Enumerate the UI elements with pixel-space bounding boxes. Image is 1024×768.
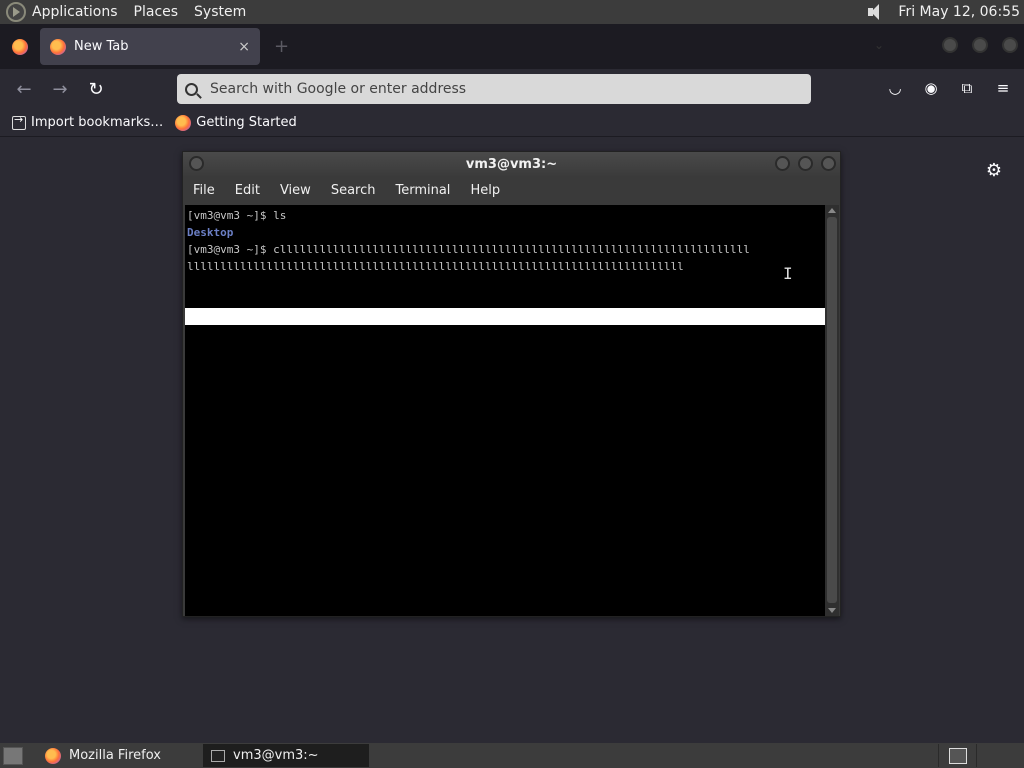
terminal-line: llllllllllllllllllllllllllllllllllllllll… bbox=[187, 260, 684, 273]
text-cursor-icon: I bbox=[783, 264, 793, 283]
list-tabs-icon[interactable]: ⌄ bbox=[874, 38, 884, 52]
terminal-line: [vm3@vm3 ~]$ cllllllllllllllllllllllllll… bbox=[187, 243, 750, 256]
tab-new-tab[interactable]: New Tab × bbox=[40, 28, 260, 65]
terminal-title: vm3@vm3:~ bbox=[465, 156, 558, 172]
bookmark-label: Getting Started bbox=[196, 115, 297, 130]
clock[interactable]: Fri May 12, 06:55 bbox=[898, 4, 1020, 20]
menu-terminal[interactable]: Terminal bbox=[395, 183, 450, 198]
extensions-icon[interactable]: ⧉ bbox=[958, 79, 976, 97]
menu-applications[interactable]: Applications bbox=[32, 4, 118, 20]
pocket-icon[interactable]: ◡ bbox=[886, 79, 904, 97]
close-window-button[interactable] bbox=[1002, 37, 1018, 53]
terminal-window-controls bbox=[775, 156, 836, 171]
menu-search[interactable]: Search bbox=[331, 183, 376, 198]
task-label: Mozilla Firefox bbox=[69, 748, 161, 763]
back-button[interactable]: ← bbox=[10, 75, 38, 103]
menu-help[interactable]: Help bbox=[470, 183, 500, 198]
scrollbar-thumb[interactable] bbox=[827, 217, 837, 603]
taskbar-terminal[interactable]: vm3@vm3:~ bbox=[203, 744, 369, 767]
firefox-menu-icon[interactable] bbox=[12, 38, 28, 55]
firefox-icon bbox=[45, 747, 61, 764]
terminal-menubar: File Edit View Search Terminal Help bbox=[183, 176, 840, 204]
close-tab-icon[interactable]: × bbox=[238, 39, 250, 55]
import-icon bbox=[12, 113, 26, 130]
workspace-window-icon bbox=[948, 747, 967, 764]
taskbar-firefox[interactable]: Mozilla Firefox bbox=[37, 744, 201, 767]
bookmarks-toolbar: Import bookmarks… Getting Started bbox=[0, 109, 1024, 137]
gear-icon[interactable]: ⚙ bbox=[986, 160, 1002, 181]
window-menu-button[interactable] bbox=[189, 156, 204, 171]
bookmark-import[interactable]: Import bookmarks… bbox=[12, 113, 164, 130]
tab-title: New Tab bbox=[74, 39, 129, 54]
menu-view[interactable]: View bbox=[280, 183, 311, 198]
account-icon[interactable]: ◉ bbox=[922, 79, 940, 97]
navigation-bar: ← → ↻ ◡ ◉ ⧉ ≡ bbox=[0, 69, 1024, 109]
workspace-1[interactable] bbox=[938, 744, 976, 767]
maximize-button[interactable] bbox=[972, 37, 988, 53]
menu-system[interactable]: System bbox=[194, 4, 246, 20]
terminal-screen[interactable]: [vm3@vm3 ~]$ ls Desktop [vm3@vm3 ~]$ cll… bbox=[185, 205, 827, 616]
firefox-icon bbox=[50, 38, 66, 55]
scroll-down-icon[interactable] bbox=[828, 608, 836, 613]
task-label: vm3@vm3:~ bbox=[233, 748, 319, 763]
bookmark-getting-started[interactable]: Getting Started bbox=[175, 114, 297, 131]
workspace-2[interactable] bbox=[976, 744, 1014, 767]
menu-file[interactable]: File bbox=[193, 183, 215, 198]
reload-button[interactable]: ↻ bbox=[82, 75, 110, 103]
forward-button[interactable]: → bbox=[46, 75, 74, 103]
terminal-icon bbox=[211, 749, 225, 762]
minimize-button[interactable] bbox=[942, 37, 958, 53]
volume-icon[interactable] bbox=[866, 3, 884, 21]
maximize-button[interactable] bbox=[798, 156, 813, 171]
menu-edit[interactable]: Edit bbox=[235, 183, 260, 198]
scroll-up-icon[interactable] bbox=[828, 208, 836, 213]
workspace-switcher bbox=[938, 744, 1014, 767]
terminal-window: vm3@vm3:~ File Edit View Search Terminal… bbox=[182, 151, 841, 617]
minimize-button[interactable] bbox=[775, 156, 790, 171]
toolbar-right: ◡ ◉ ⧉ ≡ bbox=[886, 79, 1012, 97]
show-desktop-button[interactable] bbox=[3, 746, 23, 765]
window-controls bbox=[942, 37, 1018, 53]
terminal-scrollbar[interactable] bbox=[825, 205, 839, 616]
url-bar[interactable] bbox=[177, 74, 811, 104]
bookmark-label: Import bookmarks… bbox=[31, 115, 164, 130]
terminal-highlight-bar bbox=[185, 308, 826, 325]
terminal-line: Desktop bbox=[187, 226, 234, 239]
menu-places[interactable]: Places bbox=[134, 4, 179, 20]
top-panel: Applications Places System Fri May 12, 0… bbox=[0, 0, 1024, 24]
terminal-titlebar[interactable]: vm3@vm3:~ bbox=[183, 152, 840, 176]
close-button[interactable] bbox=[821, 156, 836, 171]
hamburger-menu-icon[interactable]: ≡ bbox=[994, 79, 1012, 97]
firefox-tabstrip: New Tab × + ⌄ bbox=[0, 24, 1024, 69]
search-icon bbox=[185, 82, 198, 96]
url-input[interactable] bbox=[210, 81, 790, 97]
new-tab-button[interactable]: + bbox=[274, 36, 289, 57]
system-logo-icon[interactable] bbox=[6, 2, 26, 22]
bottom-panel: Mozilla Firefox vm3@vm3:~ bbox=[0, 743, 1024, 768]
terminal-line: [vm3@vm3 ~]$ ls bbox=[187, 209, 287, 222]
firefox-icon bbox=[175, 114, 192, 131]
